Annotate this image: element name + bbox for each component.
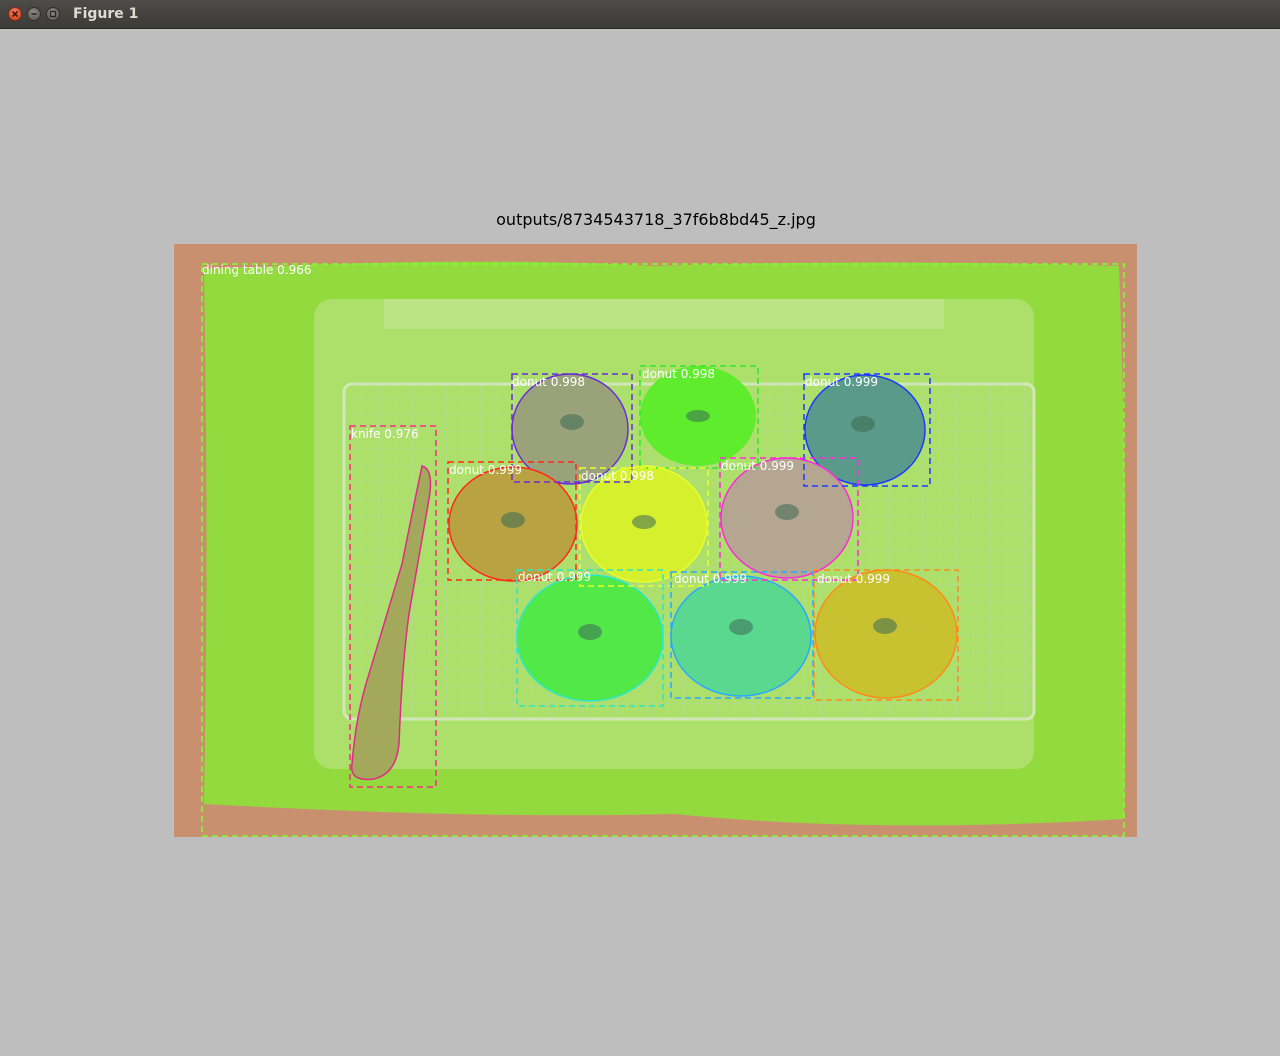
label-donut-1: donut 0.998 bbox=[512, 375, 585, 389]
label-donut-9: donut 0.999 bbox=[817, 572, 890, 586]
figure-title: outputs/8734543718_37f6b8bd45_z.jpg bbox=[496, 210, 816, 229]
donut-hole bbox=[729, 619, 753, 635]
donut-hole bbox=[775, 504, 799, 520]
maximize-button[interactable] bbox=[46, 7, 60, 21]
label-donut-3: donut 0.999 bbox=[805, 375, 878, 389]
label-dining-table: dining table 0.966 bbox=[202, 263, 312, 277]
label-donut-5: donut 0.998 bbox=[581, 469, 654, 483]
minimize-button[interactable] bbox=[27, 7, 41, 21]
label-knife: knife 0.976 bbox=[351, 427, 419, 441]
donut-hole bbox=[501, 512, 525, 528]
donut-mask-9 bbox=[814, 569, 958, 699]
donut-hole bbox=[578, 624, 602, 640]
window-titlebar[interactable]: Figure 1 bbox=[0, 0, 1280, 29]
window-title: Figure 1 bbox=[73, 6, 139, 22]
maximize-icon bbox=[49, 10, 57, 18]
label-donut-4: donut 0.999 bbox=[449, 463, 522, 477]
minimize-icon bbox=[31, 13, 37, 15]
detection-image: dining table 0.966 knife 0.976 donut 0.9… bbox=[174, 244, 1137, 837]
donut-mask-8 bbox=[670, 575, 812, 697]
tray-rim bbox=[384, 299, 944, 329]
donut-hole bbox=[686, 410, 710, 422]
label-donut-8: donut 0.999 bbox=[674, 572, 747, 586]
label-donut-7: donut 0.999 bbox=[518, 570, 591, 584]
donut-hole bbox=[632, 515, 656, 529]
donut-hole bbox=[560, 414, 584, 430]
close-button[interactable] bbox=[8, 7, 22, 21]
donut-hole bbox=[851, 416, 875, 432]
donut-hole bbox=[873, 618, 897, 634]
image-viewer: dining table 0.966 knife 0.976 donut 0.9… bbox=[174, 244, 1137, 837]
close-icon bbox=[11, 10, 19, 18]
label-donut-6: donut 0.999 bbox=[721, 459, 794, 473]
label-donut-2: donut 0.998 bbox=[642, 367, 715, 381]
